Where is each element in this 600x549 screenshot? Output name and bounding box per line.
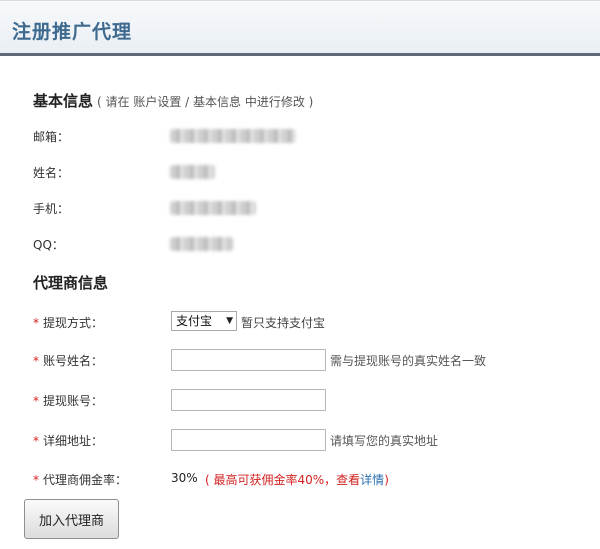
required-mark: * [33, 316, 39, 330]
withdraw-account-label-text: 提现账号： [43, 394, 104, 408]
commission-note-prefix: ( 最高可获佣金率40%，查看 [205, 473, 361, 487]
join-agent-button[interactable]: 加入代理商 [24, 499, 119, 539]
address-label-text: 详细地址： [43, 434, 104, 448]
withdraw-account-input[interactable] [171, 389, 326, 411]
withdraw-method-selected: 支付宝 [176, 314, 213, 328]
account-name-input[interactable] [171, 349, 326, 371]
basic-info-title: 基本信息( 请在 账户设置 / 基本信息 中进行修改 ) [33, 90, 313, 111]
agent-info-title: 代理商信息 [33, 274, 109, 292]
commission-details-link[interactable]: 详情 [360, 473, 384, 487]
name-value-redacted [170, 165, 215, 179]
withdraw-method-label-text: 提现方式： [43, 316, 104, 330]
address-input[interactable] [171, 429, 326, 451]
email-label: 邮箱： [33, 130, 70, 144]
required-mark: * [33, 354, 39, 368]
address-label: * 详细地址： [33, 432, 103, 449]
required-mark: * [33, 473, 39, 487]
withdraw-method-select[interactable]: 支付宝 ▼ [171, 311, 237, 331]
account-name-label: * 账号姓名： [33, 352, 103, 369]
basic-info-note: ( 请在 账户设置 / 基本信息 中进行修改 ) [97, 95, 314, 109]
phone-label: 手机： [33, 202, 70, 216]
address-hint: 请填写您的真实地址 [330, 434, 439, 448]
withdraw-account-label: * 提现账号： [33, 392, 103, 409]
required-mark: * [33, 394, 39, 408]
email-value-redacted [170, 129, 296, 143]
qq-value-redacted [170, 237, 233, 251]
withdraw-method-label: * 提现方式： [33, 314, 103, 331]
commission-label: * 代理商佣金率： [33, 471, 127, 488]
page-header: 注册推广代理 [0, 0, 600, 56]
account-name-label-text: 账号姓名： [43, 354, 104, 368]
commission-note: ( 最高可获佣金率40%，查看详情) [205, 471, 389, 488]
name-label: 姓名： [33, 166, 70, 180]
chevron-down-icon: ▼ [226, 316, 233, 326]
withdraw-method-note: 暂只支持支付宝 [241, 316, 326, 330]
page-title: 注册推广代理 [12, 21, 133, 43]
required-mark: * [33, 434, 39, 448]
commission-value: 30% [171, 471, 198, 485]
commission-note-suffix: ) [384, 473, 389, 487]
basic-info-heading: 基本信息 [33, 92, 94, 110]
account-name-hint: 需与提现账号的真实姓名一致 [330, 354, 487, 368]
phone-value-redacted [170, 201, 256, 215]
commission-label-text: 代理商佣金率： [43, 473, 128, 487]
qq-label: QQ： [33, 238, 64, 252]
